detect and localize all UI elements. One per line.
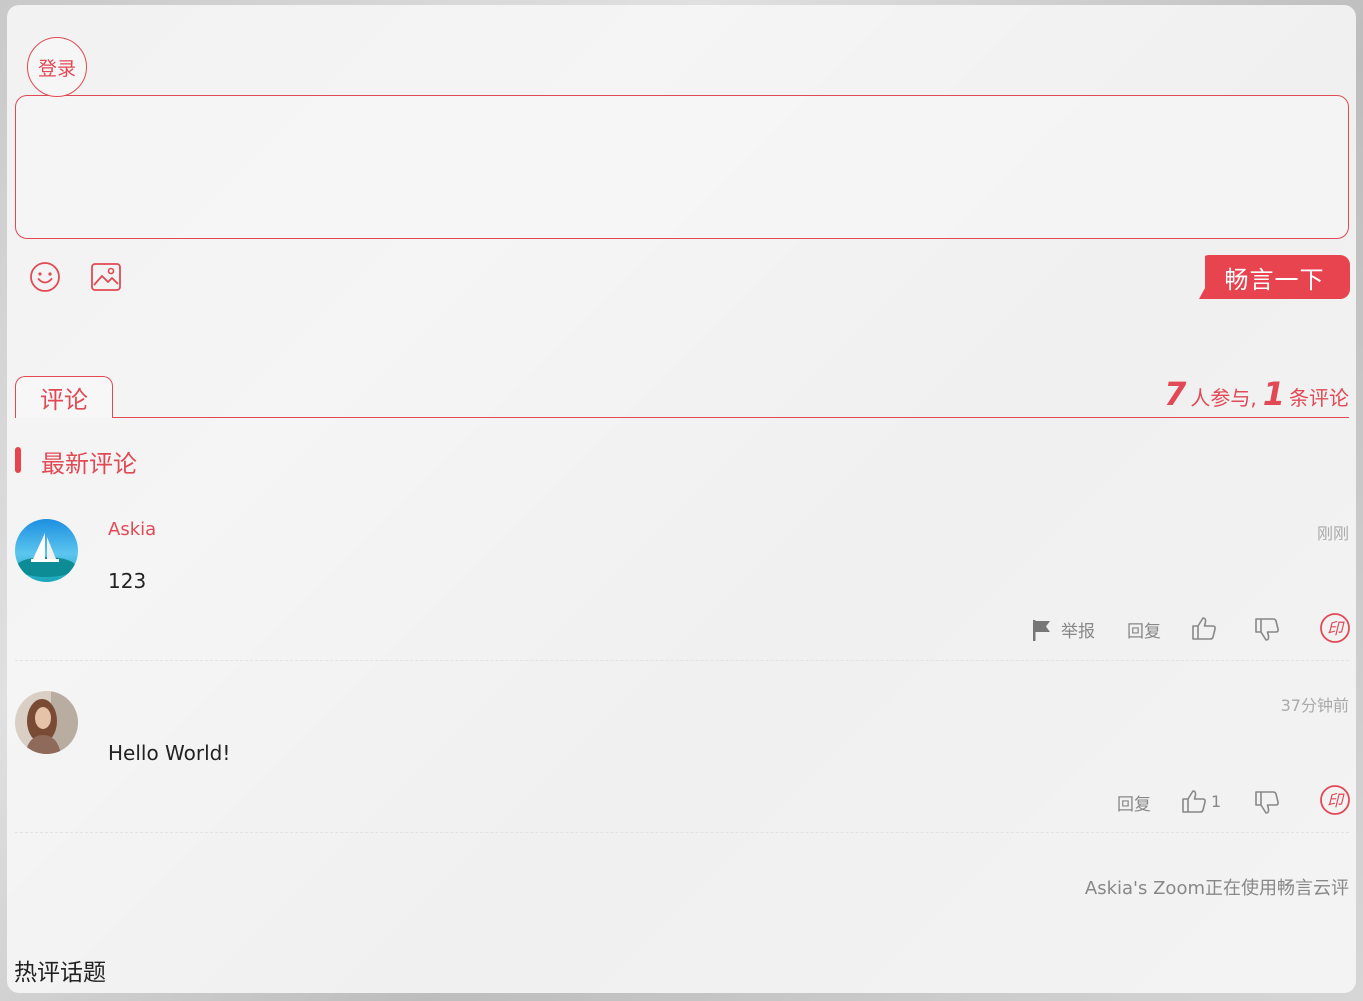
reply-button[interactable]: 回复 <box>1127 617 1161 642</box>
like-button[interactable]: 1 <box>1181 788 1221 814</box>
comment-divider <box>15 832 1349 833</box>
share-stamp-icon: 印 <box>1320 613 1350 643</box>
comment-widget: 登录 畅言一下 评论 7 人参与, 1 条评论 最新评论 Askia 刚刚 12… <box>7 5 1356 993</box>
login-button[interactable]: 登录 <box>27 37 87 97</box>
tab-underline <box>15 417 1349 418</box>
avatar[interactable] <box>15 519 78 582</box>
submit-label: 畅言一下 <box>1224 265 1325 294</box>
reply-label: 回复 <box>1117 795 1151 815</box>
svg-text:印: 印 <box>1327 619 1345 638</box>
report-label: 举报 <box>1061 622 1095 642</box>
hot-topics-title: 热评话题 <box>14 960 106 986</box>
submit-button[interactable]: 畅言一下 <box>1199 255 1350 299</box>
reply-button[interactable]: 回复 <box>1117 790 1151 815</box>
login-label: 登录 <box>37 57 76 80</box>
participants-count: 7 <box>1164 375 1187 413</box>
comment-divider <box>15 660 1349 661</box>
comments-suffix: 条评论 <box>1289 386 1349 410</box>
comments-count: 1 <box>1262 375 1285 413</box>
tab-comments[interactable]: 评论 <box>15 376 113 418</box>
like-button[interactable] <box>1191 615 1217 641</box>
section-accent-bar <box>15 447 21 473</box>
comment-text: Hello World! <box>108 741 231 765</box>
share-button[interactable]: 印 <box>1319 784 1351 816</box>
flag-icon <box>1033 619 1050 641</box>
thumbs-up-icon <box>1182 790 1206 813</box>
participants-suffix: 人参与, <box>1190 386 1257 410</box>
comment-time: 37分钟前 <box>1280 696 1349 715</box>
svg-text:印: 印 <box>1327 791 1345 810</box>
comment-time: 刚刚 <box>1316 524 1349 543</box>
thumbs-down-icon <box>1255 618 1279 641</box>
comment-username[interactable]: Askia <box>108 519 156 540</box>
thumbs-up-icon <box>1192 617 1216 640</box>
dislike-button[interactable] <box>1254 617 1280 643</box>
comment-input[interactable] <box>15 95 1349 239</box>
dislike-button[interactable] <box>1254 790 1280 816</box>
report-button[interactable]: 举报 <box>1031 617 1095 642</box>
thumbs-down-icon <box>1255 791 1279 814</box>
image-icon[interactable] <box>90 261 122 293</box>
share-stamp-icon: 印 <box>1320 785 1350 815</box>
smiley-icon[interactable] <box>29 261 61 293</box>
powered-by-note[interactable]: Askia's Zoom正在使用畅言云评 <box>1085 874 1349 900</box>
like-count: 1 <box>1211 791 1222 811</box>
comment-stats: 7 人参与, 1 条评论 <box>1164 375 1349 413</box>
avatar[interactable] <box>15 691 78 754</box>
comment-text: 123 <box>108 569 147 593</box>
share-button[interactable]: 印 <box>1319 612 1351 644</box>
tab-comments-label: 评论 <box>40 386 88 414</box>
reply-label: 回复 <box>1127 622 1161 642</box>
latest-comments-title: 最新评论 <box>41 450 137 478</box>
